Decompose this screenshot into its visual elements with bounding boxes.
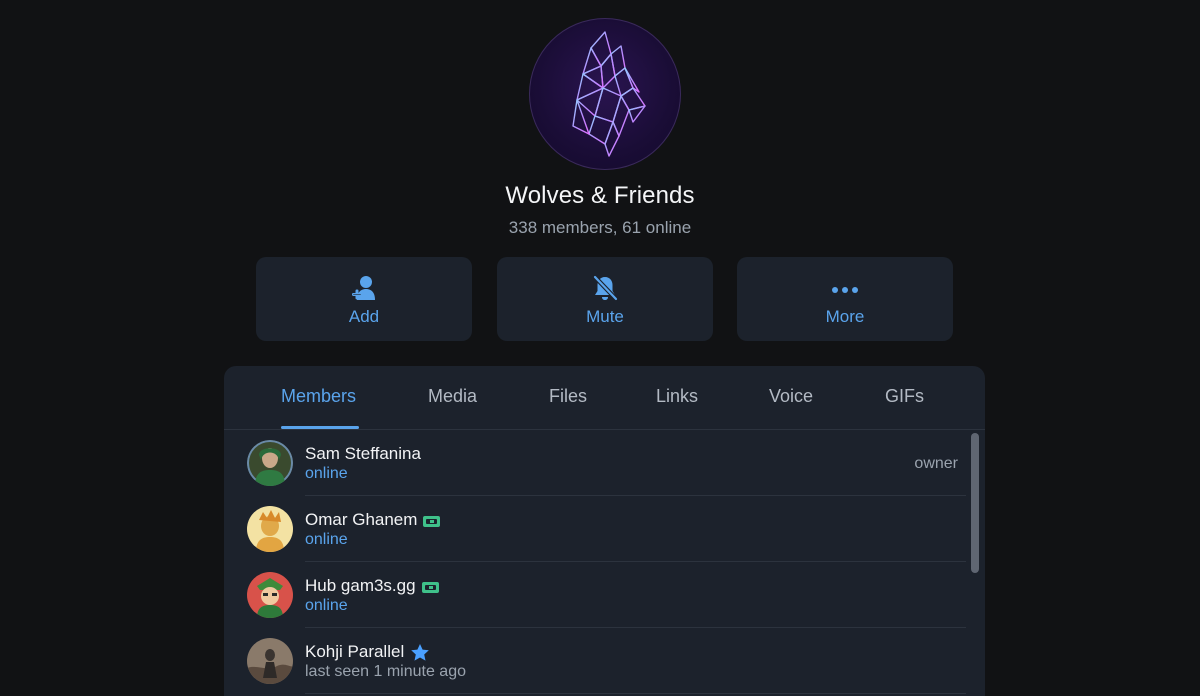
member-role-badge: owner xyxy=(914,455,958,472)
wolf-logo-icon xyxy=(572,31,646,157)
member-name: Omar Ghanem xyxy=(305,510,441,530)
tag-icon xyxy=(423,515,441,527)
avatar[interactable] xyxy=(247,572,293,618)
group-title: Wolves & Friends xyxy=(505,182,695,209)
active-tab-indicator xyxy=(281,426,359,429)
member-status: online xyxy=(305,597,348,614)
member-status: online xyxy=(305,531,348,548)
member-row[interactable]: Hub gam3s.gg online xyxy=(224,562,966,628)
tab-voice[interactable]: Voice xyxy=(769,386,813,407)
add-button-label: Add xyxy=(348,307,380,326)
tag-icon xyxy=(421,581,439,593)
mute-button[interactable]: Mute xyxy=(497,257,713,341)
member-row[interactable]: Sam Steffanina online owner xyxy=(224,430,966,496)
tab-members[interactable]: Members xyxy=(281,386,356,407)
member-name: Sam Steffanina xyxy=(305,444,421,463)
bell-off-icon xyxy=(591,273,619,303)
avatar[interactable] xyxy=(247,506,293,552)
scrollbar-thumb[interactable] xyxy=(971,433,979,573)
avatar[interactable] xyxy=(247,440,293,486)
member-status: last seen 1 minute ago xyxy=(305,663,466,680)
more-dots-icon xyxy=(830,273,860,303)
group-avatar[interactable] xyxy=(529,18,681,170)
tab-media[interactable]: Media xyxy=(428,386,477,407)
member-name: Hub gam3s.gg xyxy=(305,576,439,596)
group-member-count: 338 members, 61 online xyxy=(508,218,692,237)
more-button[interactable]: More xyxy=(737,257,953,341)
member-row[interactable]: Omar Ghanem online xyxy=(224,496,966,562)
add-user-icon xyxy=(350,273,378,303)
more-button-label: More xyxy=(825,307,865,326)
mute-button-label: Mute xyxy=(586,307,624,326)
add-member-button[interactable]: Add xyxy=(256,257,472,341)
tab-bar: Members Media Files Links Voice GIFs xyxy=(224,366,985,430)
tab-gifs[interactable]: GIFs xyxy=(885,386,924,407)
tab-links[interactable]: Links xyxy=(656,386,698,407)
divider xyxy=(305,693,966,694)
member-status: online xyxy=(305,465,348,482)
avatar[interactable] xyxy=(247,638,293,684)
member-row[interactable]: Kohji Parallel last seen 1 minute ago xyxy=(224,628,966,694)
tab-files[interactable]: Files xyxy=(549,386,587,407)
group-info-page: Wolves & Friends 338 members, 61 online … xyxy=(0,0,1200,696)
members-panel: Members Media Files Links Voice GIFs Sam… xyxy=(224,366,985,696)
star-icon xyxy=(411,643,430,661)
member-name: Kohji Parallel xyxy=(305,642,430,662)
